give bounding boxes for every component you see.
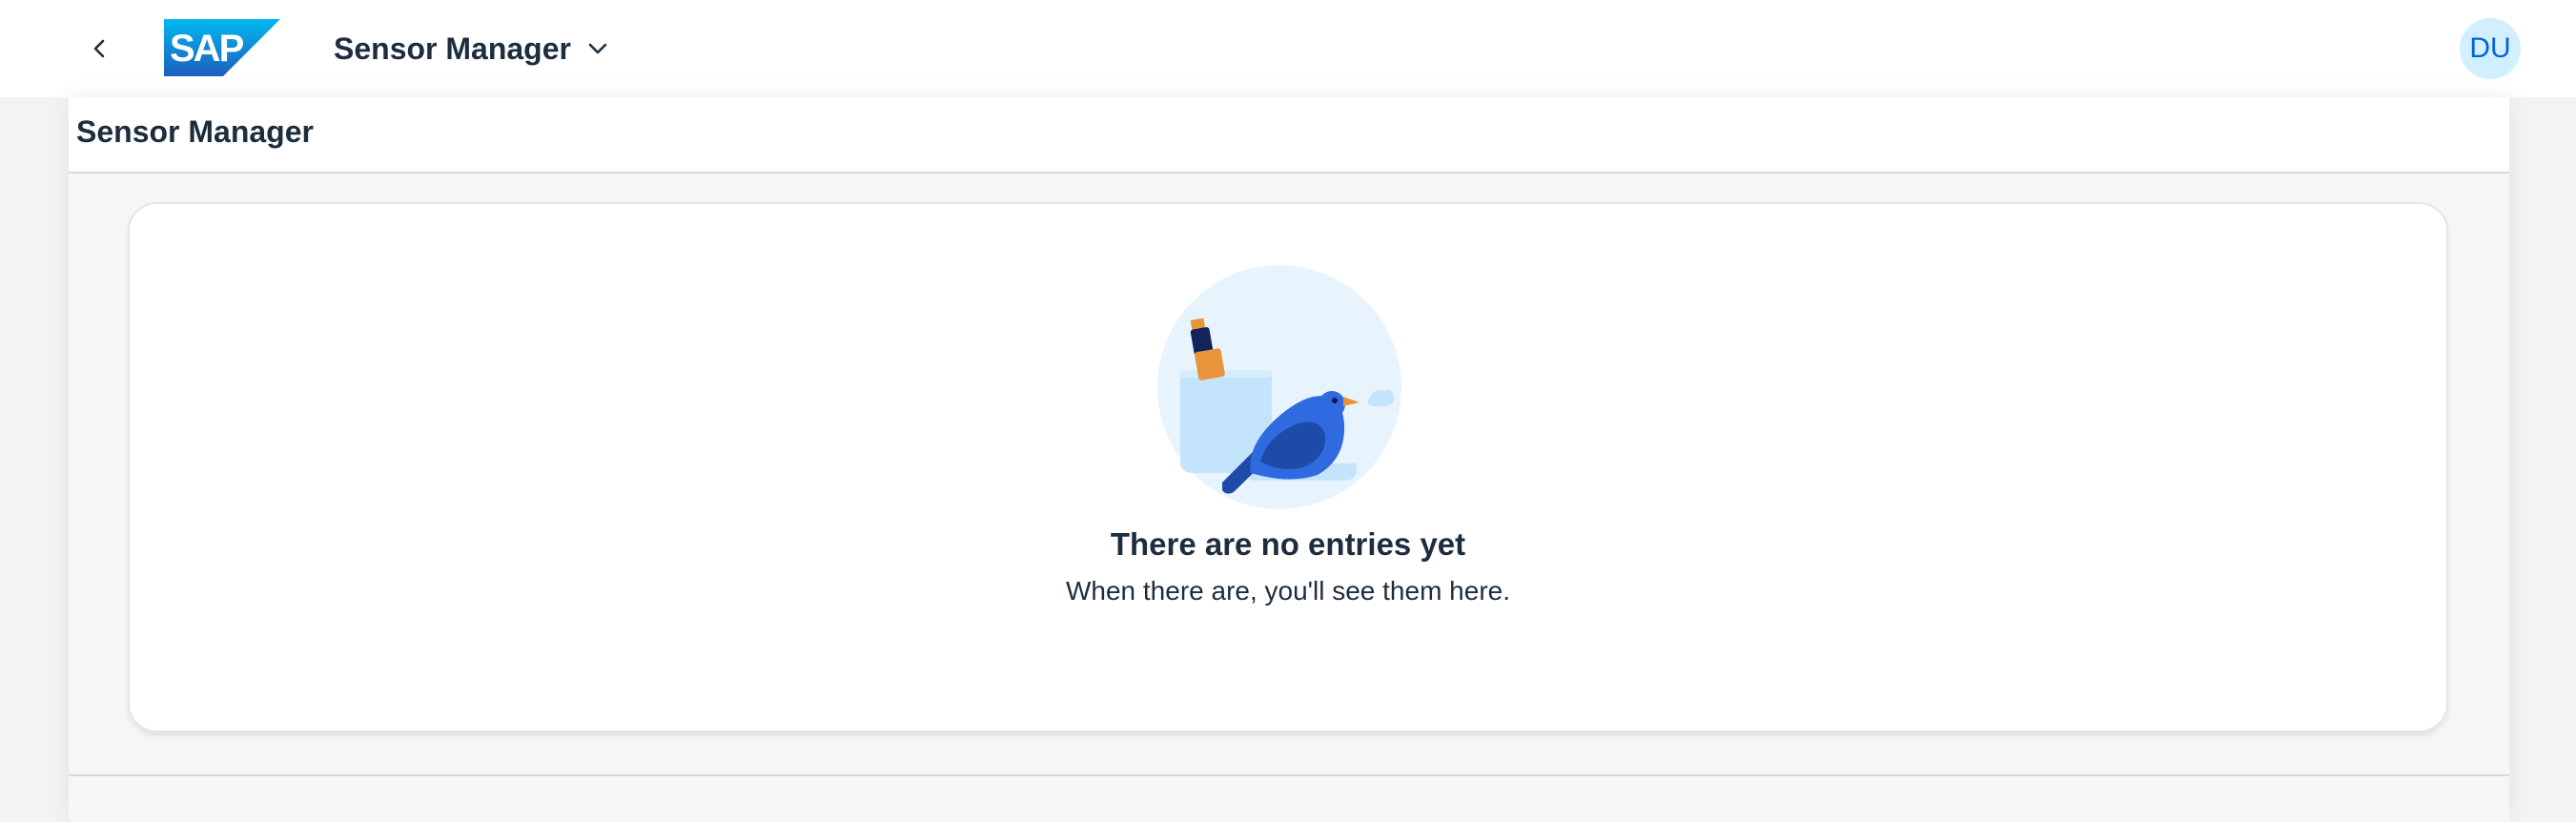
page-container: Sensor Manager There are no entries yet … <box>69 97 2509 822</box>
avatar-initials: DU <box>2469 32 2511 64</box>
page-header: Sensor Manager <box>69 97 2509 174</box>
empty-state-card: There are no entries yet When there are,… <box>130 204 2446 730</box>
shell-bar: SAP Sensor Manager DU <box>0 0 2576 97</box>
app-title-menu-button[interactable]: Sensor Manager <box>334 23 609 74</box>
back-button[interactable] <box>76 25 124 72</box>
sap-logo[interactable]: SAP <box>164 19 280 76</box>
bird-illustration-icon <box>1157 265 1401 509</box>
logo-text: SAP <box>170 28 244 70</box>
footer-divider <box>69 774 2509 776</box>
chevron-down-icon <box>588 43 607 54</box>
empty-state-subtitle: When there are, you'll see them here. <box>1065 576 1511 606</box>
empty-state-title: There are no entries yet <box>1110 526 1466 562</box>
page-title: Sensor Manager <box>76 114 314 149</box>
app-title: Sensor Manager <box>334 31 571 66</box>
user-avatar[interactable]: DU <box>2460 18 2521 79</box>
chevron-left-icon <box>93 39 105 58</box>
